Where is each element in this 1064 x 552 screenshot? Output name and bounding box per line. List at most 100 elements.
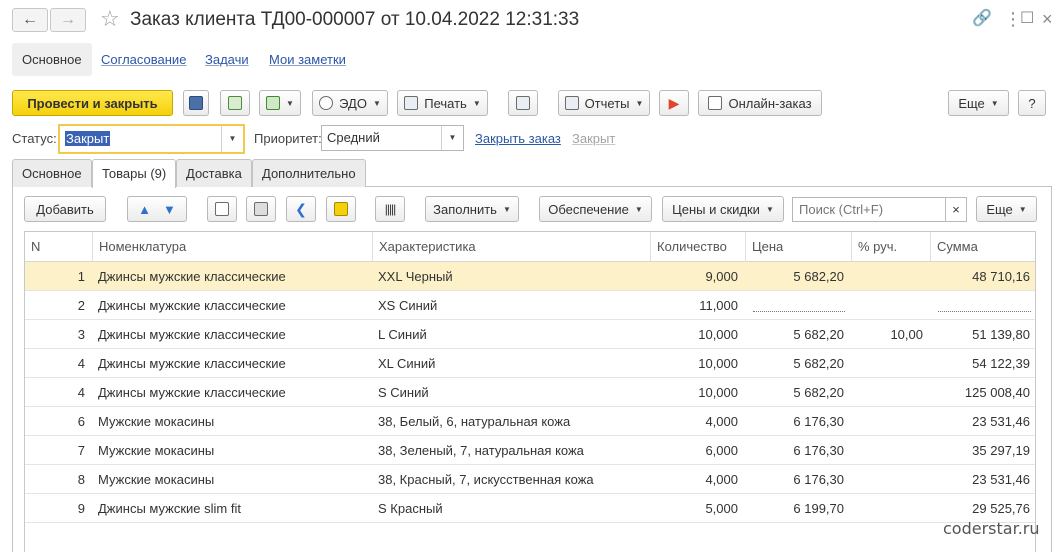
cell-quantity[interactable]: 10,000 xyxy=(650,378,745,407)
post-button[interactable] xyxy=(220,90,250,116)
arrow-up-icon[interactable]: ▲ xyxy=(138,202,151,217)
paste-button[interactable] xyxy=(246,196,276,222)
cell-manual-pct[interactable] xyxy=(851,349,930,378)
cell-n[interactable]: 4 xyxy=(25,378,92,407)
cell-manual-pct[interactable] xyxy=(851,465,930,494)
table-row[interactable]: 8 Мужские мокасины 38, Красный, 7, искусст… xyxy=(25,465,1035,494)
table-row[interactable]: 4 Джинсы мужские классические S Синий 10,00… xyxy=(25,378,1035,407)
section-tab-notes[interactable]: Мои заметки xyxy=(269,43,346,76)
cell-characteristic[interactable]: S Красный xyxy=(372,494,650,523)
priority-field[interactable]: Средний ▼ xyxy=(321,125,464,151)
cell-characteristic[interactable]: S Синий xyxy=(372,378,650,407)
cell-price[interactable]: 6 199,70 xyxy=(745,494,851,523)
cell-price[interactable]: 5 682,20 xyxy=(745,349,851,378)
cell-sum[interactable] xyxy=(930,291,1035,320)
cell-quantity[interactable]: 10,000 xyxy=(650,349,745,378)
cell-quantity[interactable]: 9,000 xyxy=(650,262,745,291)
search-input[interactable] xyxy=(792,197,946,222)
cell-quantity[interactable]: 11,000 xyxy=(650,291,745,320)
document-structure-button[interactable] xyxy=(508,90,538,116)
cell-price[interactable] xyxy=(745,291,851,320)
copy-button[interactable] xyxy=(207,196,237,222)
section-tab-tasks[interactable]: Задачи xyxy=(205,43,249,76)
help-button[interactable]: ? xyxy=(1018,90,1046,116)
cell-manual-pct[interactable] xyxy=(851,494,930,523)
cell-n[interactable]: 2 xyxy=(25,291,92,320)
table-more-button[interactable]: Еще ▼ xyxy=(976,196,1037,222)
cell-price[interactable]: 6 176,30 xyxy=(745,436,851,465)
cell-quantity[interactable]: 4,000 xyxy=(650,465,745,494)
cell-item[interactable]: Джинсы мужские классические xyxy=(92,291,372,320)
cell-n[interactable]: 3 xyxy=(25,320,92,349)
edo-button[interactable]: ЭДО ▼ xyxy=(312,90,388,116)
cell-sum[interactable]: 125 008,40 xyxy=(930,378,1035,407)
supply-button[interactable]: Обеспечение ▼ xyxy=(539,196,652,222)
tab-main[interactable]: Основное xyxy=(12,159,92,187)
tab-delivery[interactable]: Доставка xyxy=(176,159,252,187)
cell-characteristic[interactable]: 38, Красный, 7, искусственная кожа xyxy=(372,465,650,494)
goods-table[interactable]: N Номенклатура Характеристика Количество… xyxy=(24,231,1036,552)
cell-manual-pct[interactable] xyxy=(851,378,930,407)
column-header-sum[interactable]: Сумма xyxy=(930,232,1035,262)
cell-characteristic[interactable]: XXL Черный xyxy=(372,262,650,291)
post-and-close-button[interactable]: Провести и закрыть xyxy=(12,90,173,116)
table-row[interactable]: 7 Мужские мокасины 38, Зеленый, 7, натурал… xyxy=(25,436,1035,465)
more-button[interactable]: Еще ▼ xyxy=(948,90,1009,116)
table-row[interactable]: 2 Джинсы мужские классические XS Синий 11,0… xyxy=(25,291,1035,320)
cell-n[interactable]: 7 xyxy=(25,436,92,465)
fill-button[interactable]: Заполнить ▼ xyxy=(425,196,519,222)
cell-item[interactable]: Мужские мокасины xyxy=(92,465,372,494)
cell-characteristic[interactable]: XS Синий xyxy=(372,291,650,320)
cell-sum[interactable]: 51 139,80 xyxy=(930,320,1035,349)
cell-item[interactable]: Мужские мокасины xyxy=(92,407,372,436)
print-button[interactable]: Печать ▼ xyxy=(397,90,488,116)
cell-sum[interactable]: 48 710,16 xyxy=(930,262,1035,291)
column-header-n[interactable]: N xyxy=(25,232,92,262)
cell-manual-pct[interactable] xyxy=(851,407,930,436)
clear-search-button[interactable]: × xyxy=(945,197,967,222)
chevron-down-icon[interactable]: ▼ xyxy=(221,126,243,152)
create-based-on-button[interactable]: ▼ xyxy=(259,90,301,116)
online-order-button[interactable]: Онлайн-заказ xyxy=(698,90,822,116)
back-button[interactable]: ← xyxy=(12,8,48,32)
close-order-link[interactable]: Закрыть заказ xyxy=(475,131,561,146)
cell-n[interactable]: 9 xyxy=(25,494,92,523)
cell-item[interactable]: Джинсы мужские классические xyxy=(92,378,372,407)
cell-n[interactable]: 8 xyxy=(25,465,92,494)
cell-item[interactable]: Джинсы мужские slim fit xyxy=(92,494,372,523)
cell-price[interactable]: 5 682,20 xyxy=(745,378,851,407)
star-icon[interactable]: ☆ xyxy=(100,7,120,31)
arrow-down-icon[interactable]: ▼ xyxy=(163,202,176,217)
cell-sum[interactable]: 23 531,46 xyxy=(930,407,1035,436)
table-row[interactable]: 6 Мужские мокасины 38, Белый, 6, натуральн… xyxy=(25,407,1035,436)
table-row[interactable]: 1 Джинсы мужские классические XXL Черный 9,… xyxy=(25,262,1035,291)
table-row[interactable]: 4 Джинсы мужские классические XL Синий 10,0… xyxy=(25,349,1035,378)
tab-goods[interactable]: Товары (9) xyxy=(92,159,177,188)
barcode-button[interactable]: ||||| xyxy=(375,196,405,222)
maximize-icon[interactable]: ☐ xyxy=(1020,9,1034,29)
column-header-price[interactable]: Цена xyxy=(745,232,851,262)
cell-manual-pct[interactable] xyxy=(851,436,930,465)
chevron-down-icon[interactable]: ▼ xyxy=(441,126,463,150)
cell-quantity[interactable]: 10,000 xyxy=(650,320,745,349)
column-header-manual-pct[interactable]: % руч. xyxy=(851,232,930,262)
cell-n[interactable]: 1 xyxy=(25,262,92,291)
add-button[interactable]: Добавить xyxy=(24,196,106,222)
cell-manual-pct[interactable] xyxy=(851,262,930,291)
cell-manual-pct[interactable] xyxy=(851,291,930,320)
cell-sum[interactable]: 35 297,19 xyxy=(930,436,1035,465)
send-button[interactable]: ▶ xyxy=(659,90,689,116)
cell-n[interactable]: 4 xyxy=(25,349,92,378)
section-tab-approval[interactable]: Согласование xyxy=(101,43,186,76)
cell-quantity[interactable]: 6,000 xyxy=(650,436,745,465)
prices-discounts-button[interactable]: Цены и скидки ▼ xyxy=(662,196,784,222)
reports-button[interactable]: Отчеты ▼ xyxy=(558,90,650,116)
section-tab-main[interactable]: Основное xyxy=(12,43,92,76)
cell-sum[interactable]: 54 122,39 xyxy=(930,349,1035,378)
cell-characteristic[interactable]: 38, Белый, 6, натуральная кожа xyxy=(372,407,650,436)
status-field[interactable]: Закрыт ▼ xyxy=(58,124,245,154)
move-buttons[interactable]: ▲ ▼ xyxy=(127,196,187,222)
close-icon[interactable]: × xyxy=(1042,9,1053,29)
forward-button[interactable]: → xyxy=(50,8,86,32)
cell-n[interactable]: 6 xyxy=(25,407,92,436)
